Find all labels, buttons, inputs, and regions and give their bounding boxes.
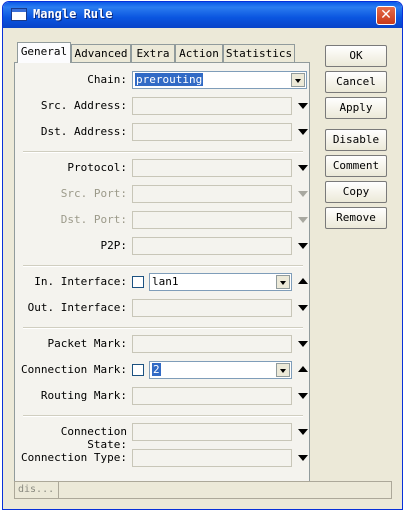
connection-mark-value: 2 bbox=[152, 363, 161, 376]
expand-routing-mark-icon[interactable] bbox=[298, 393, 308, 399]
src-port-field bbox=[132, 185, 292, 203]
ok-button[interactable]: OK bbox=[325, 45, 387, 67]
chevron-down-icon[interactable] bbox=[276, 275, 290, 289]
collapse-in-interface-icon[interactable] bbox=[298, 278, 308, 284]
out-interface-label: Out. Interface: bbox=[27, 301, 127, 314]
src-address-label: Src. Address: bbox=[40, 99, 127, 112]
tab-extra[interactable]: Extra bbox=[131, 44, 175, 62]
close-icon: ✕ bbox=[380, 7, 392, 23]
p2p-label: P2P: bbox=[100, 239, 128, 252]
window-title: Mangle Rule bbox=[33, 7, 113, 21]
title-bar[interactable]: Mangle Rule ✕ bbox=[3, 2, 402, 28]
in-interface-label: In. Interface: bbox=[34, 275, 127, 288]
dialog-body: General Advanced Extra Action Statistics… bbox=[6, 28, 399, 508]
comment-button[interactable]: Comment bbox=[325, 155, 387, 177]
connection-state-field[interactable] bbox=[132, 423, 292, 441]
chain-value: prerouting bbox=[135, 73, 204, 86]
expand-p2p-icon[interactable] bbox=[298, 243, 308, 249]
expand-protocol-icon[interactable] bbox=[298, 165, 308, 171]
chain-label: Chain: bbox=[87, 73, 127, 86]
connection-type-label: Connection Type: bbox=[21, 451, 127, 464]
chain-select[interactable]: prerouting bbox=[132, 71, 307, 89]
expand-dst-port-icon bbox=[298, 217, 308, 223]
expand-connection-state-icon[interactable] bbox=[298, 429, 308, 435]
tab-general[interactable]: General bbox=[17, 42, 71, 63]
expand-out-interface-icon[interactable] bbox=[298, 305, 308, 311]
protocol-field[interactable] bbox=[132, 159, 292, 177]
window-icon bbox=[11, 8, 27, 21]
connection-state-label: Connection State: bbox=[60, 425, 127, 451]
tab-advanced[interactable]: Advanced bbox=[71, 44, 131, 62]
general-panel: Chain: prerouting Src. Address: Dst. Add… bbox=[14, 62, 310, 494]
tab-action[interactable]: Action bbox=[175, 44, 223, 62]
routing-mark-field[interactable] bbox=[132, 387, 292, 405]
copy-button[interactable]: Copy bbox=[325, 181, 387, 203]
p2p-field[interactable] bbox=[132, 237, 292, 255]
divider bbox=[23, 415, 303, 417]
out-interface-field[interactable] bbox=[132, 299, 292, 317]
expand-packet-mark-icon[interactable] bbox=[298, 341, 308, 347]
dst-port-field bbox=[132, 211, 292, 229]
dst-address-field[interactable] bbox=[132, 123, 292, 141]
dst-address-label: Dst. Address: bbox=[40, 125, 127, 138]
dst-port-label: Dst. Port: bbox=[60, 213, 127, 226]
collapse-connection-mark-icon[interactable] bbox=[298, 366, 308, 372]
connection-mark-label: Connection Mark: bbox=[21, 363, 127, 376]
expand-src-address-icon[interactable] bbox=[298, 103, 308, 109]
status-bar: dis... bbox=[14, 481, 392, 499]
expand-src-port-icon bbox=[298, 191, 308, 197]
chevron-down-icon[interactable] bbox=[276, 363, 290, 377]
apply-button[interactable]: Apply bbox=[325, 97, 387, 119]
divider bbox=[23, 327, 303, 329]
tab-statistics[interactable]: Statistics bbox=[223, 44, 295, 62]
divider bbox=[23, 151, 303, 153]
in-interface-value: lan1 bbox=[152, 275, 179, 288]
src-port-label: Src. Port: bbox=[60, 187, 127, 200]
disable-button[interactable]: Disable bbox=[325, 129, 387, 151]
divider bbox=[23, 265, 303, 267]
mangle-rule-window: Mangle Rule ✕ General Advanced Extra Act… bbox=[2, 1, 403, 510]
remove-button[interactable]: Remove bbox=[325, 207, 387, 229]
packet-mark-field[interactable] bbox=[132, 335, 292, 353]
chevron-down-icon[interactable] bbox=[291, 73, 305, 87]
connection-mark-negate-checkbox[interactable] bbox=[132, 364, 144, 376]
routing-mark-label: Routing Mark: bbox=[40, 389, 127, 402]
protocol-label: Protocol: bbox=[67, 161, 127, 174]
in-interface-negate-checkbox[interactable] bbox=[132, 276, 144, 288]
expand-dst-address-icon[interactable] bbox=[298, 129, 308, 135]
expand-connection-type-icon[interactable] bbox=[298, 455, 308, 461]
status-text: dis... bbox=[15, 482, 59, 498]
connection-type-field[interactable] bbox=[132, 449, 292, 467]
src-address-field[interactable] bbox=[132, 97, 292, 115]
close-button[interactable]: ✕ bbox=[376, 6, 396, 25]
cancel-button[interactable]: Cancel bbox=[325, 71, 387, 93]
packet-mark-label: Packet Mark: bbox=[47, 337, 127, 350]
connection-mark-select[interactable]: 2 bbox=[149, 361, 292, 379]
in-interface-select[interactable]: lan1 bbox=[149, 273, 292, 291]
